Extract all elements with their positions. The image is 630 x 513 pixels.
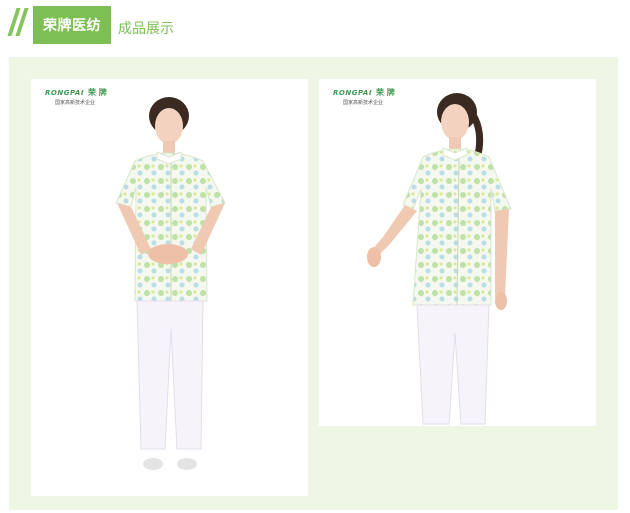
- model-photo: [367, 93, 512, 425]
- section-subtitle: 成品展示: [118, 21, 174, 37]
- brand-name-en: RONGPAI: [333, 89, 372, 97]
- model-photo: [115, 97, 226, 470]
- brand-name-en: RONGPAI: [45, 89, 84, 97]
- brand-tagline: 国家高新技术企业: [343, 100, 384, 106]
- product-image-front[interactable]: RONGPAI 荣 牌 国家高新技术企业: [31, 79, 308, 496]
- product-image-side[interactable]: RONGPAI 荣 牌 国家高新技术企业: [319, 79, 596, 426]
- section-badge: 荣牌医纺: [33, 6, 111, 44]
- brand-logo: RONGPAI 荣 牌 国家高新技术企业: [333, 87, 395, 106]
- brand-tagline: 国家高新技术企业: [55, 100, 96, 106]
- section-header: 荣牌医纺 成品展示: [0, 0, 630, 52]
- brand-name-cn: 荣 牌: [87, 88, 107, 97]
- brand-logo: RONGPAI 荣 牌 国家高新技术企业: [45, 87, 107, 106]
- brand-name-cn: 荣 牌: [375, 88, 395, 97]
